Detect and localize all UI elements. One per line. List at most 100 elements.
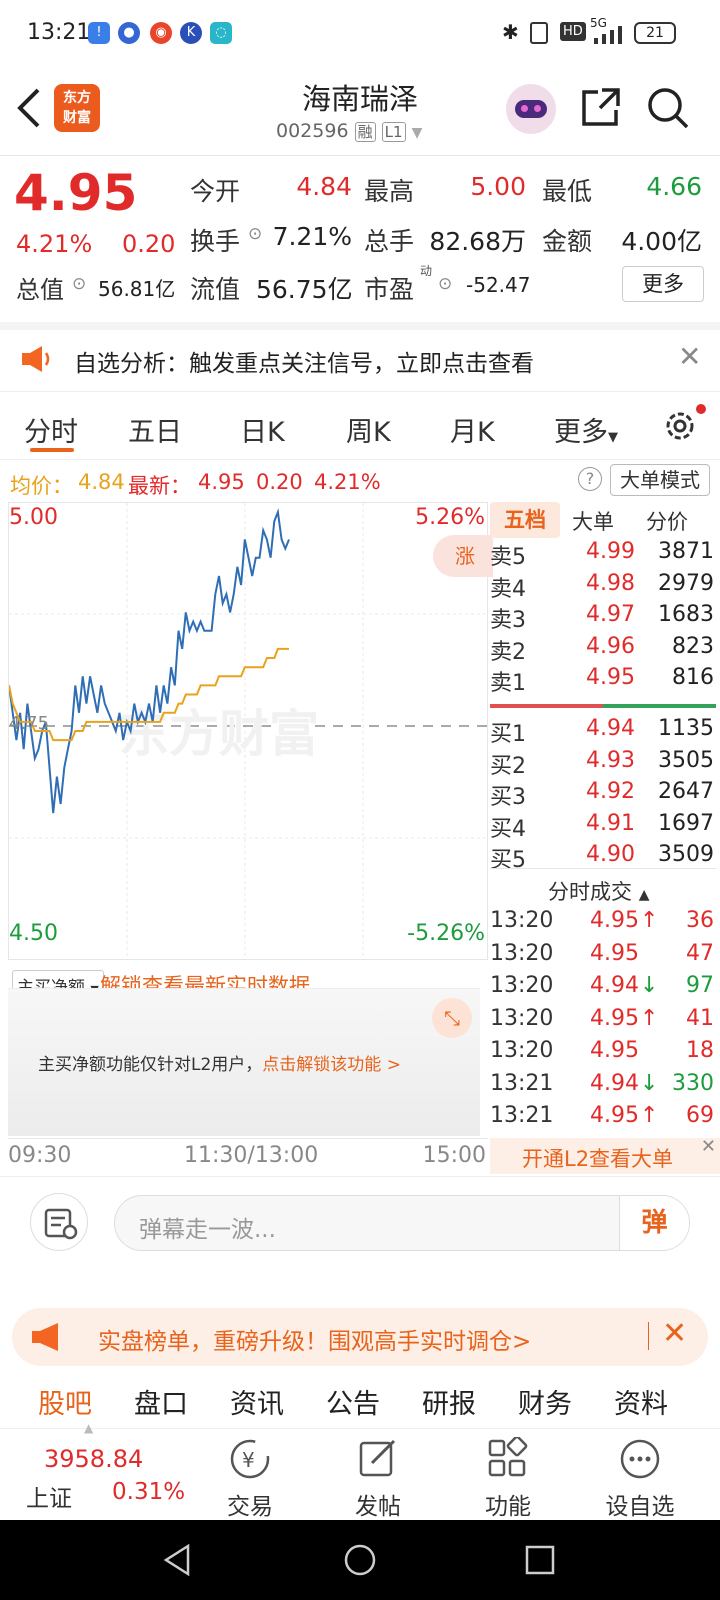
buy-row[interactable]: 买1 4.94 1135 [490, 716, 716, 748]
more-button[interactable]: 更多 [622, 266, 704, 302]
sell-row[interactable]: 卖3 4.97 1683 [490, 602, 716, 634]
tick-volume: 69 [686, 1103, 714, 1128]
pe-value: -52.47 [466, 273, 531, 297]
notice-bar[interactable]: 自选分析：触发重点关注信号，立即点击查看 ✕ [0, 322, 720, 392]
last-price: 4.95 [14, 164, 138, 222]
buy-volume: 3509 [658, 842, 714, 867]
help-icon[interactable]: ? [578, 467, 602, 491]
promo-banner[interactable]: 实盘榜单，重磅升级！围观高手实时调仓> ✕ [12, 1308, 708, 1366]
buy-row[interactable]: 买4 4.91 1697 [490, 811, 716, 843]
sell-row[interactable]: 卖1 4.95 816 [490, 665, 716, 697]
tab-big-orders[interactable]: 大单 [572, 506, 614, 536]
tab-5day[interactable]: 五日 [128, 410, 182, 449]
sell-volume: 816 [672, 665, 714, 690]
signal-icon [594, 26, 630, 48]
hd-icon: HD [560, 22, 586, 41]
tab-weekly-k[interactable]: 周K [346, 410, 391, 449]
chart-tabs: 分时 五日 日K 周K 月K 更多▼ [0, 392, 720, 460]
send-barrage-button[interactable]: 弹 [619, 1196, 689, 1250]
tick-price: 4.94 [590, 973, 639, 998]
nav-trade-label: 交易 [227, 1494, 273, 1520]
big-order-mode-button[interactable]: 大单模式 [610, 464, 710, 496]
back-triangle-icon[interactable] [158, 1540, 198, 1580]
notice-text: 自选分析：触发重点关注信号，立即点击查看 [74, 351, 534, 377]
tab-daily-k[interactable]: 日K [240, 410, 285, 449]
pe-label: 市盈 [364, 275, 415, 304]
tab-more-label: 更多 [554, 417, 608, 448]
sell-pressure-bar [490, 704, 603, 708]
latest-change: 0.20 [256, 470, 303, 494]
close-icon[interactable]: ✕ [701, 1136, 716, 1157]
buy-row[interactable]: 买2 4.93 3505 [490, 748, 716, 780]
more-dots-icon [620, 1439, 660, 1479]
barrage-input[interactable]: 弹幕走一波... 弹 [114, 1195, 690, 1251]
gear-icon[interactable] [660, 404, 706, 450]
y-axis-top: 5.00 [9, 505, 58, 530]
index-value[interactable]: 3958.84 [44, 1445, 143, 1473]
buy-row[interactable]: 买5 4.90 3509 [490, 842, 716, 874]
system-nav-bar [0, 1520, 720, 1600]
tick-row: 13:21 4.94 ↓ 330 [490, 1071, 716, 1104]
alert-icon: ! [88, 22, 110, 44]
search-icon[interactable] [646, 86, 690, 134]
latest-label: 最新： [128, 474, 191, 498]
status-time: 13:21 [27, 20, 91, 45]
ticks-title[interactable]: 分时成交 ▲ [548, 876, 649, 906]
subtab-news[interactable]: 资讯 [230, 1382, 284, 1421]
recents-square-icon[interactable] [520, 1540, 560, 1580]
info-icon[interactable]: ⊙ [72, 274, 86, 294]
home-circle-icon[interactable] [340, 1540, 380, 1580]
buy-volume: 3505 [658, 747, 714, 773]
yen-icon: ¥ [230, 1439, 270, 1479]
nav-trade[interactable]: ¥ 交易 [190, 1429, 310, 1521]
chat-app-icon: ◌ [210, 22, 232, 44]
high-label: 最高 [364, 177, 415, 206]
tick-volume: 330 [672, 1070, 714, 1096]
grid-icon [488, 1437, 528, 1477]
sell-price: 4.98 [586, 570, 635, 596]
tab-more[interactable]: 更多▼ [554, 410, 618, 449]
speaker-icon [20, 344, 54, 378]
sell-row[interactable]: 卖2 4.96 823 [490, 634, 716, 666]
sell-level-label: 卖1 [490, 671, 526, 696]
buy-level-label: 买1 [490, 722, 526, 747]
tab-monthly-k[interactable]: 月K [450, 410, 495, 449]
intraday-chart[interactable]: 东方财富 5.00 4.75 4.50 5.26% -5.26% 涨 [8, 502, 493, 960]
share-icon[interactable] [580, 86, 622, 132]
expand-icon[interactable]: ⤡ [432, 998, 472, 1038]
latest-value: 4.95 [198, 470, 245, 494]
subtab-finance[interactable]: 财务 [518, 1382, 572, 1421]
sell-volume: 2979 [658, 570, 714, 596]
rise-tag[interactable]: 涨 [433, 535, 493, 577]
close-icon[interactable]: ✕ [678, 340, 701, 373]
l2-unlock-link[interactable]: 点击解锁该功能 > [262, 1055, 401, 1075]
subtab-research[interactable]: 研报 [422, 1382, 476, 1421]
volume-label: 总手 [364, 227, 415, 256]
tab-five-levels[interactable]: 五档 [490, 502, 560, 538]
nav-add-watchlist[interactable]: 设自选 [580, 1429, 700, 1521]
tick-price: 4.95 [590, 1103, 639, 1128]
chart-watermark: 东方财富 [119, 706, 319, 762]
subtab-announcements[interactable]: 公告 [326, 1382, 380, 1421]
subtab-guba[interactable]: 股吧 [38, 1382, 92, 1421]
sell-row[interactable]: 卖5 4.99 3871 [490, 539, 716, 571]
robot-assistant-icon[interactable] [506, 84, 556, 134]
l2-banner[interactable]: 开通L2查看大单 ✕ [490, 1136, 720, 1174]
tab-price-dist[interactable]: 分价 [646, 506, 688, 536]
sell-row[interactable]: 卖4 4.98 2979 [490, 571, 716, 603]
buy-volume: 1135 [658, 716, 714, 741]
tick-row: 13:20 4.95 ↑ 36 [490, 908, 716, 941]
barrage-placeholder: 弹幕走一波... [139, 1217, 276, 1243]
nav-functions[interactable]: 功能 [448, 1429, 568, 1521]
tick-volume: 41 [686, 1005, 714, 1031]
tab-intraday[interactable]: 分时 [24, 410, 78, 449]
stock-code: 002596 [276, 120, 349, 142]
buy-row[interactable]: 买3 4.92 2647 [490, 779, 716, 811]
subtab-pankou[interactable]: 盘口 [134, 1382, 188, 1421]
info-icon[interactable]: ⊙ [248, 224, 262, 244]
close-icon[interactable]: ✕ [662, 1316, 687, 1351]
subtab-profile[interactable]: 资料 [614, 1382, 668, 1421]
comment-settings-button[interactable] [30, 1193, 88, 1251]
nav-post[interactable]: 发帖 [318, 1429, 438, 1521]
info-icon[interactable]: ⊙ [438, 274, 452, 294]
